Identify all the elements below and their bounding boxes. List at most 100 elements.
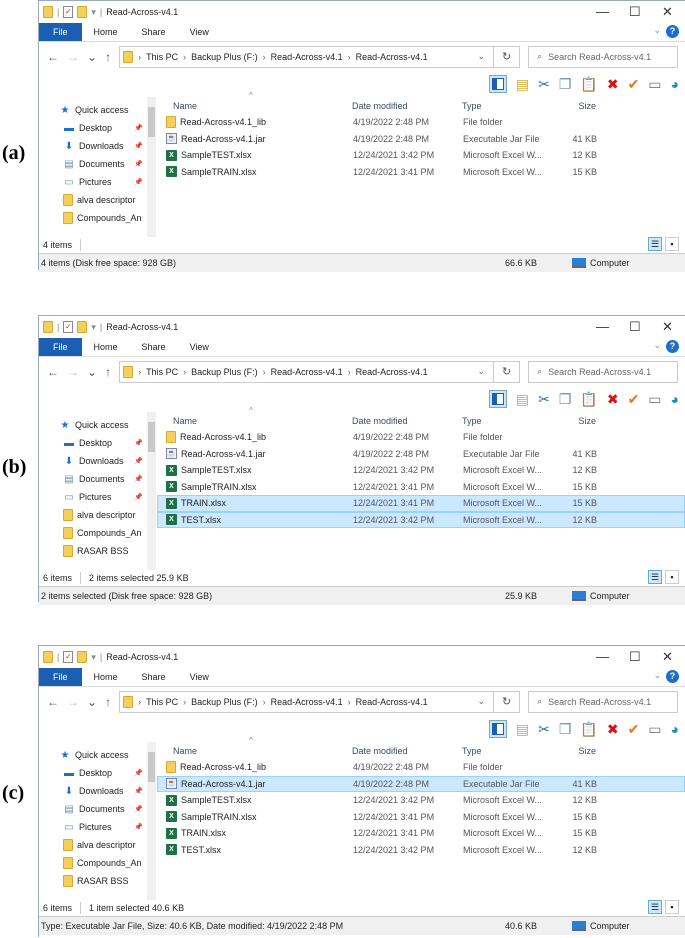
properties-icon[interactable]: ✓ — [63, 6, 74, 18]
nav-item-downloads[interactable]: ⬇ Downloads 📌 — [39, 452, 157, 470]
navigation-pane-button[interactable] — [488, 390, 507, 408]
tab-file[interactable]: File — [39, 23, 82, 41]
nav-item-alva-descriptor[interactable]: alva descriptor — [39, 836, 157, 854]
delete-button[interactable]: ✖ — [607, 75, 619, 93]
tab-home[interactable]: Home — [82, 338, 130, 356]
minimize-button[interactable]: — — [596, 649, 609, 664]
large-icons-view-button[interactable]: ▪ — [665, 237, 679, 251]
cut-button[interactable]: ✂ — [538, 720, 550, 738]
file-row[interactable]: X SampleTEST.xlsx 12/24/2021 3:42 PM Micros… — [157, 147, 685, 164]
nav-item-pictures[interactable]: ▭ Pictures 📌 — [39, 818, 157, 836]
address-bar[interactable]: › This PC › Backup Plus (F:) › Read-Across-v4… — [119, 360, 495, 383]
breadcrumb-0[interactable]: This PC — [146, 52, 178, 62]
details-view-button[interactable]: ☰ — [648, 237, 662, 251]
properties-button[interactable]: ▭ — [648, 720, 661, 738]
rename-button[interactable]: ✔ — [628, 75, 640, 93]
help-icon[interactable]: ? — [666, 340, 679, 353]
tab-share[interactable]: Share — [130, 338, 178, 356]
column-header-size[interactable]: Size — [552, 101, 602, 111]
paste-button[interactable]: 📋 — [580, 720, 597, 738]
tab-share[interactable]: Share — [130, 23, 178, 41]
nav-item-quick-access[interactable]: ★ Quick access — [39, 101, 157, 119]
column-header-date-modified[interactable]: Date modified — [352, 746, 462, 756]
maximize-button[interactable]: ☐ — [629, 4, 641, 20]
address-bar[interactable]: › This PC › Backup Plus (F:) › Read-Across-v4… — [119, 690, 495, 713]
maximize-button[interactable]: ☐ — [629, 319, 641, 335]
breadcrumb-2[interactable]: Read-Across-v4.1 — [271, 367, 343, 377]
forward-button[interactable]: → — [67, 695, 79, 709]
breadcrumb-1[interactable]: Backup Plus (F:) — [191, 697, 258, 707]
copy-button[interactable]: ❐ — [559, 720, 572, 738]
large-icons-view-button[interactable]: ▪ — [665, 570, 679, 584]
tab-file[interactable]: File — [39, 668, 82, 686]
file-row[interactable]: X SampleTRAIN.xlsx 12/24/2021 3:41 PM Micro… — [157, 809, 685, 826]
back-button[interactable]: ← — [47, 50, 59, 64]
column-header-name[interactable]: Name — [157, 746, 352, 756]
large-icons-view-button[interactable]: ▪ — [665, 900, 679, 914]
breadcrumb-1[interactable]: Backup Plus (F:) — [191, 52, 258, 62]
minimize-button[interactable]: — — [596, 319, 609, 334]
nav-item-alva-descriptor[interactable]: alva descriptor — [39, 191, 157, 209]
tab-file[interactable]: File — [39, 338, 82, 356]
file-row[interactable]: X SampleTEST.xlsx 12/24/2021 3:42 PM Micros… — [157, 462, 685, 479]
nav-item-pictures[interactable]: ▭ Pictures 📌 — [39, 488, 157, 506]
breadcrumb-3[interactable]: Read-Across-v4.1 — [356, 367, 428, 377]
forward-button[interactable]: → — [67, 365, 79, 379]
column-header-type[interactable]: Type — [462, 746, 552, 756]
refresh-button[interactable]: ↻ — [494, 360, 521, 383]
file-row[interactable]: Read-Across-v4.1_lib 4/19/2022 2:48 PM Fil… — [157, 114, 685, 131]
breadcrumb-3[interactable]: Read-Across-v4.1 — [356, 697, 428, 707]
column-header-size[interactable]: Size — [552, 416, 602, 426]
address-dropdown-icon[interactable]: ⌄ — [478, 696, 486, 707]
details-view-button[interactable]: ☰ — [648, 570, 662, 584]
close-button[interactable]: ✕ — [662, 4, 673, 20]
breadcrumb-0[interactable]: This PC — [146, 367, 178, 377]
ribbon-expand-icon[interactable]: ⌄ — [653, 340, 661, 351]
navigation-pane-button[interactable] — [488, 75, 507, 93]
qat-dropdown-icon[interactable]: ▾ — [91, 652, 96, 663]
nav-item-desktop[interactable]: ▬ Desktop 📌 — [39, 764, 157, 782]
qat-dropdown-icon[interactable]: ▾ — [91, 322, 96, 333]
nav-item-quick-access[interactable]: ★ Quick access — [39, 416, 157, 434]
ribbon-expand-icon[interactable]: ⌄ — [653, 670, 661, 681]
tab-home[interactable]: Home — [82, 23, 130, 41]
properties-icon[interactable]: ✓ — [63, 321, 74, 333]
pin-icon[interactable]: 📌 — [134, 160, 143, 168]
recent-locations-icon[interactable]: ⌄ — [87, 695, 97, 709]
up-button[interactable]: ↑ — [105, 695, 111, 709]
copy-button[interactable]: ❐ — [559, 390, 572, 408]
breadcrumb-0[interactable]: This PC — [146, 697, 178, 707]
delete-button[interactable]: ✖ — [607, 720, 619, 738]
minimize-button[interactable]: — — [596, 4, 609, 19]
file-row[interactable]: X SampleTEST.xlsx 12/24/2021 3:42 PM Micros… — [157, 792, 685, 809]
file-row[interactable]: Read-Across-v4.1_lib 4/19/2022 2:48 PM Fil… — [157, 759, 685, 776]
maximize-button[interactable]: ☐ — [629, 649, 641, 665]
tab-share[interactable]: Share — [130, 668, 178, 686]
paste-button[interactable]: 📋 — [580, 75, 597, 93]
nav-item-quick-access[interactable]: ★ Quick access — [39, 746, 157, 764]
properties-button[interactable]: ▭ — [648, 390, 661, 408]
column-header-type[interactable]: Type — [462, 101, 552, 111]
pin-icon[interactable]: 📌 — [134, 787, 143, 795]
nav-item-rasar-bss[interactable]: RASAR BSS — [39, 872, 157, 890]
qat-dropdown-icon[interactable]: ▾ — [91, 7, 96, 18]
column-header-type[interactable]: Type — [462, 416, 552, 426]
extension-button[interactable]: ◕ — [671, 720, 679, 738]
pin-icon[interactable]: 📌 — [134, 769, 143, 777]
column-header-date-modified[interactable]: Date modified — [352, 101, 462, 111]
pin-icon[interactable]: 📌 — [134, 178, 143, 186]
paste-button[interactable]: 📋 — [580, 390, 597, 408]
address-dropdown-icon[interactable]: ⌄ — [478, 366, 486, 377]
close-button[interactable]: ✕ — [662, 319, 673, 335]
file-row[interactable]: X TRAIN.xlsx 12/24/2021 3:41 PM Microsoft E… — [157, 495, 685, 512]
layout-button[interactable]: ▤ — [516, 720, 529, 738]
help-icon[interactable]: ? — [666, 25, 679, 38]
nav-item-desktop[interactable]: ▬ Desktop 📌 — [39, 119, 157, 137]
breadcrumb-3[interactable]: Read-Across-v4.1 — [356, 52, 428, 62]
column-header-name[interactable]: Name — [157, 101, 352, 111]
column-header-date-modified[interactable]: Date modified — [352, 416, 462, 426]
breadcrumb-2[interactable]: Read-Across-v4.1 — [271, 697, 343, 707]
copy-button[interactable]: ❐ — [559, 75, 572, 93]
rename-button[interactable]: ✔ — [628, 720, 640, 738]
nav-item-pictures[interactable]: ▭ Pictures 📌 — [39, 173, 157, 191]
